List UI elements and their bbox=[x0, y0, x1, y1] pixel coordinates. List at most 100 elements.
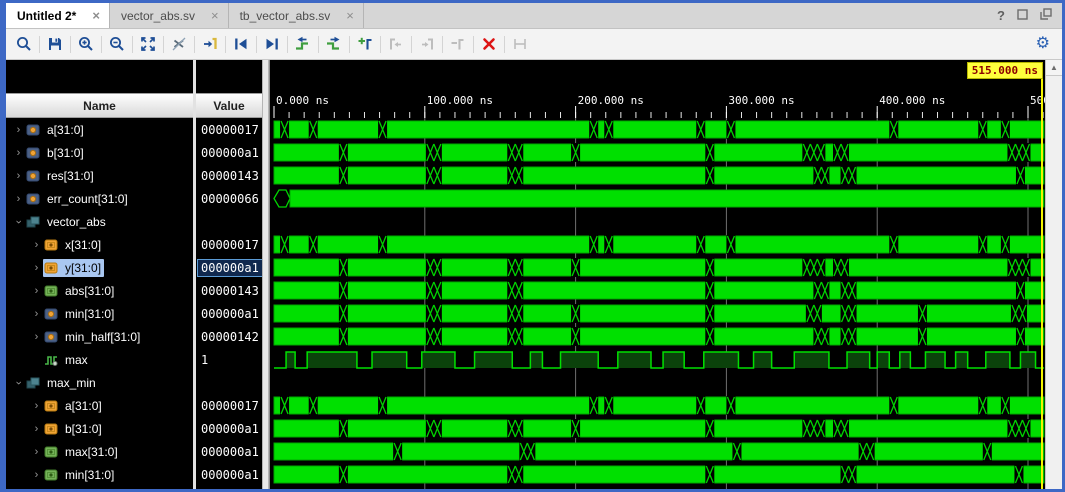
signal-value-row[interactable]: 00000017 bbox=[196, 233, 262, 256]
signal-value-row[interactable]: 000000a1 bbox=[196, 417, 262, 440]
signal-label-wrap: vector_abs bbox=[25, 213, 109, 231]
expand-arrow-icon[interactable]: › bbox=[30, 239, 43, 251]
previous-event-icon[interactable] bbox=[290, 31, 316, 57]
collapse-arrow-icon[interactable]: › bbox=[13, 376, 25, 389]
maximize-icon[interactable] bbox=[1017, 8, 1028, 23]
signal-value-row[interactable]: 00000017 bbox=[196, 394, 262, 417]
settings-gear-icon[interactable]: ⚙ bbox=[1036, 36, 1057, 52]
toolbar-separator bbox=[318, 36, 319, 53]
zoom-fit-icon[interactable] bbox=[135, 31, 161, 57]
time-cursor-line[interactable] bbox=[1041, 79, 1043, 489]
help-icon[interactable]: ? bbox=[997, 8, 1005, 23]
collapse-arrow-icon[interactable]: › bbox=[13, 215, 25, 228]
signal-name-label: a[31:0] bbox=[62, 397, 105, 415]
next-transition-icon[interactable] bbox=[259, 31, 285, 57]
tabs-container: Untitled 2*×vector_abs.sv×tb_vector_abs.… bbox=[6, 3, 364, 28]
signal-row-min-31-0-[interactable]: › min[31:0] bbox=[6, 302, 193, 325]
signal-value-row[interactable] bbox=[196, 371, 262, 394]
tab-vector-abs-sv[interactable]: vector_abs.sv× bbox=[110, 3, 229, 28]
signal-value-row[interactable]: 00000143 bbox=[196, 279, 262, 302]
signal-label-wrap: abs[31:0] bbox=[43, 282, 117, 300]
scroll-up-arrow-icon[interactable]: ▲ bbox=[1046, 60, 1062, 76]
float-window-icon[interactable] bbox=[1040, 8, 1052, 23]
signal-name-label: x[31:0] bbox=[62, 236, 104, 254]
signal-value-row[interactable]: 1 bbox=[196, 348, 262, 371]
signal-row-min-31-0-[interactable]: ›min[31:0] bbox=[6, 463, 193, 486]
signal-value-row[interactable]: 000000a1 bbox=[196, 256, 262, 279]
signal-value: 1 bbox=[201, 353, 208, 367]
signal-row-a-31-0-[interactable]: ›a[31:0] bbox=[6, 118, 193, 141]
expand-arrow-icon[interactable]: › bbox=[12, 193, 25, 205]
search-icon[interactable] bbox=[11, 31, 37, 57]
expand-arrow-icon[interactable]: › bbox=[12, 170, 25, 182]
tab-close-icon[interactable]: × bbox=[92, 9, 100, 22]
bus-signal-icon bbox=[26, 193, 40, 205]
signal-row-err_count-31-0-[interactable]: ›err_count[31:0] bbox=[6, 187, 193, 210]
signal-label-wrap: min_half[31:0] bbox=[43, 328, 143, 346]
time-ruler[interactable]: 0.000 ns100.000 ns200.000 ns300.000 ns40… bbox=[270, 93, 1045, 118]
output-port-icon bbox=[44, 446, 58, 458]
next-event-icon[interactable] bbox=[321, 31, 347, 57]
toolbar-separator bbox=[411, 36, 412, 53]
signal-value-row[interactable]: 000000a1 bbox=[196, 302, 262, 325]
signal-row-y-31-0-[interactable]: ›y[31:0] bbox=[6, 256, 193, 279]
tab-untitled-2-[interactable]: Untitled 2*× bbox=[6, 3, 110, 28]
delete-icon[interactable] bbox=[476, 31, 502, 57]
signal-value-row[interactable]: 00000066 bbox=[196, 187, 262, 210]
scrollbar-track[interactable] bbox=[1046, 76, 1062, 489]
signal-row-b-31-0-[interactable]: ›b[31:0] bbox=[6, 417, 193, 440]
expand-arrow-icon[interactable]: › bbox=[30, 469, 43, 481]
signal-row-b-31-0-[interactable]: ›b[31:0] bbox=[6, 141, 193, 164]
tab-tb-vector-abs-sv[interactable]: tb_vector_abs.sv× bbox=[229, 3, 364, 28]
save-icon[interactable] bbox=[42, 31, 68, 57]
signal-value-row[interactable]: 00000142 bbox=[196, 325, 262, 348]
waveform-panel[interactable]: 515.000 ns 0.000 ns100.000 ns200.000 ns3… bbox=[269, 60, 1045, 489]
signal-name-label: min[31:0] bbox=[62, 305, 117, 323]
signal-row-res-31-0-[interactable]: ›res[31:0] bbox=[6, 164, 193, 187]
zoom-out-icon[interactable] bbox=[104, 31, 130, 57]
signal-value-row[interactable] bbox=[196, 210, 262, 233]
expand-arrow-icon[interactable]: › bbox=[30, 285, 43, 297]
tab-close-icon[interactable]: × bbox=[346, 9, 354, 22]
waveform-canvas[interactable] bbox=[270, 118, 1045, 489]
toolbar-separator bbox=[70, 36, 71, 53]
tab-close-icon[interactable]: × bbox=[211, 9, 219, 22]
signal-label-wrap: x[31:0] bbox=[43, 236, 104, 254]
signal-row-min_half-31-0-[interactable]: ›min_half[31:0] bbox=[6, 325, 193, 348]
vertical-scrollbar[interactable]: ▲ bbox=[1045, 60, 1062, 489]
expand-arrow-icon[interactable]: › bbox=[30, 423, 43, 435]
signal-row-abs-31-0-[interactable]: › abs[31:0] bbox=[6, 279, 193, 302]
signal-row-vector_abs[interactable]: ›vector_abs bbox=[6, 210, 193, 233]
toolbar-separator bbox=[225, 36, 226, 53]
expand-arrow-icon[interactable]: › bbox=[12, 147, 25, 159]
signal-name-label: max[31:0] bbox=[62, 443, 121, 461]
zoom-in-icon[interactable] bbox=[73, 31, 99, 57]
signal-value-row[interactable]: 00000143 bbox=[196, 164, 262, 187]
signal-value-row[interactable]: 000000a1 bbox=[196, 440, 262, 463]
output-port-icon bbox=[44, 469, 58, 481]
previous-transition-icon[interactable] bbox=[228, 31, 254, 57]
go-to-time-icon[interactable] bbox=[197, 31, 223, 57]
signal-value-row[interactable]: 000000a1 bbox=[196, 463, 262, 486]
add-marker-icon[interactable] bbox=[352, 31, 378, 57]
toolbar-separator bbox=[287, 36, 288, 53]
signal-row-max-31-0-[interactable]: › max[31:0] bbox=[6, 440, 193, 463]
signal-value-row[interactable]: 000000a1 bbox=[196, 141, 262, 164]
expand-arrow-icon[interactable]: › bbox=[30, 446, 43, 458]
panel-resize-sash[interactable] bbox=[262, 60, 269, 489]
pointer-mode-icon[interactable] bbox=[166, 31, 192, 57]
expand-arrow-icon[interactable]: › bbox=[30, 262, 43, 274]
expand-arrow-icon[interactable]: › bbox=[30, 400, 43, 412]
expand-arrow-icon[interactable]: › bbox=[12, 124, 25, 136]
logic-bit-icon bbox=[44, 354, 58, 366]
signal-row-a-31-0-[interactable]: › a[31:0] bbox=[6, 394, 193, 417]
signal-row-max[interactable]: max bbox=[6, 348, 193, 371]
signal-row-max_min[interactable]: ›max_min bbox=[6, 371, 193, 394]
expand-arrow-icon[interactable]: › bbox=[30, 308, 43, 320]
expand-arrow-icon[interactable]: › bbox=[30, 331, 43, 343]
signal-name-label: abs[31:0] bbox=[62, 282, 117, 300]
signal-name-list: ›a[31:0]›b[31:0]›res[31:0]›err_count[31:… bbox=[6, 118, 193, 489]
signal-value: 00000017 bbox=[201, 399, 259, 413]
signal-row-x-31-0-[interactable]: › x[31:0] bbox=[6, 233, 193, 256]
signal-value-row[interactable]: 00000017 bbox=[196, 118, 262, 141]
